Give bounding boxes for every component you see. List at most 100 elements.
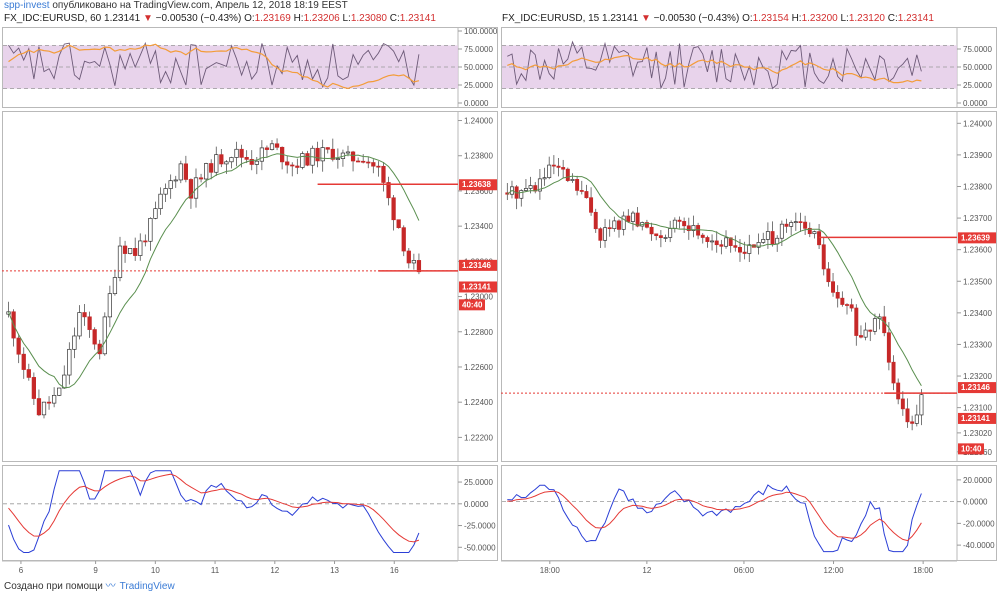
candle-36 [672, 219, 677, 229]
rsi-tick-label: 25.0000 [464, 81, 493, 90]
left-chart-panel[interactable]: 1.240001.238001.236001.234001.232001.230… [2, 27, 498, 579]
candle-72 [840, 297, 845, 305]
candle-56 [290, 164, 295, 167]
price-tick-label: 1.22800 [464, 328, 493, 337]
rsi-tick-label: 25.0000 [963, 81, 992, 90]
price-tick-label: 1.22600 [464, 363, 493, 372]
rsi-tick-label: 100.0000 [464, 27, 498, 36]
candle-2 [16, 337, 21, 355]
candle-71 [835, 291, 840, 299]
right-close: 1.23141 [897, 13, 934, 24]
left-open-label: O: [244, 13, 255, 24]
candle-39 [204, 163, 209, 180]
tradingview-link[interactable]: TradingView [120, 581, 175, 592]
candle-6 [36, 398, 42, 416]
right-chart-panel[interactable]: 1.24000 1.23900 1.23800 1.23700 1.23600 1.235… [501, 27, 997, 579]
footer-made-with: Создано при помощи [4, 581, 103, 592]
rsi-tick-label: 0.0000 [963, 99, 988, 108]
candle-49 [733, 245, 738, 248]
author-link[interactable]: spp-invest [4, 0, 50, 11]
candle-25 [621, 215, 626, 230]
left-change: −0.00530 (−0.43%) [155, 13, 242, 24]
left-close-label: C: [389, 13, 400, 24]
macd-tick-label: 20.0000 [963, 476, 992, 485]
left-chart-title: FX_IDC:EURUSD, 60 1.23141 ▼ −0.00530 (−0… [4, 13, 436, 25]
candle-44 [710, 240, 715, 243]
candle-79 [872, 318, 877, 332]
candle-34 [663, 237, 668, 239]
candle-47 [724, 237, 728, 247]
right-high: 1.23200 [801, 13, 838, 24]
tradingview-logo-icon[interactable]: 〰 [106, 581, 116, 592]
price-tick-label: 1.23700 [963, 214, 992, 223]
candle-74 [849, 304, 854, 309]
pane-frame-2 [2, 465, 498, 561]
candle-69 [826, 268, 831, 283]
candle-51 [742, 251, 747, 254]
candle-53 [274, 143, 280, 148]
candle-9 [52, 394, 57, 404]
candle-13 [565, 168, 570, 181]
candle-31 [649, 226, 654, 235]
candle-63 [325, 147, 330, 150]
candle-79 [406, 250, 411, 264]
price-tag-label: 1.23141 [961, 414, 990, 423]
candle-11 [556, 165, 561, 168]
right-high-label: H: [791, 13, 802, 24]
rsi-tick-label: 50.0000 [464, 63, 493, 72]
candle-10 [551, 164, 556, 167]
candle-28 [148, 218, 153, 242]
candle-16 [87, 316, 92, 330]
candle-17 [92, 329, 97, 345]
candle-8 [46, 401, 52, 404]
candle-21 [603, 227, 608, 241]
level-tag-label: 1.23638 [462, 180, 491, 189]
macd-tick-label: -50.0000 [464, 543, 496, 552]
price-tick-label: 1.23300 [963, 340, 992, 349]
candle-89 [919, 394, 924, 416]
down-arrow-icon: ▼ [142, 13, 153, 24]
macd-tick-label: -40.0000 [963, 541, 995, 550]
price-tick-label: 1.23020 [963, 429, 992, 438]
candle-10 [57, 387, 62, 396]
candle-73 [376, 165, 381, 168]
candle-70 [831, 281, 836, 293]
pane-frame-2 [501, 465, 997, 561]
candle-32 [168, 180, 173, 189]
left-open: 1.23169 [254, 13, 291, 24]
candle-63 [798, 221, 803, 224]
candle-27 [630, 212, 635, 222]
left-last: 1.23141 [104, 13, 141, 24]
candle-43 [224, 161, 229, 165]
candle-74 [381, 165, 386, 183]
candle-66 [812, 231, 817, 235]
right-symbol: FX_IDC:EURUSD, 15 [502, 13, 600, 24]
candle-42 [219, 154, 224, 165]
candle-45 [234, 148, 239, 158]
macd-tick-label: -20.0000 [963, 519, 995, 528]
price-tick-label: 1.24000 [464, 117, 493, 126]
candle-52 [269, 143, 275, 150]
candle-15 [575, 179, 580, 191]
candle-25 [133, 248, 138, 256]
price-tick-label: 1.23200 [963, 372, 992, 381]
price-tick-label: 1.23500 [963, 277, 992, 286]
time-tick-label: 10 [151, 566, 160, 575]
right-change: −0.00530 (−0.43%) [653, 13, 740, 24]
rsi-tick-label: 75.0000 [464, 45, 493, 54]
candle-38 [198, 177, 204, 180]
candle-64 [803, 221, 808, 229]
candle-28 [635, 212, 640, 227]
right-low-label: L: [840, 13, 849, 24]
candle-42 [700, 234, 705, 238]
candle-23 [122, 245, 128, 254]
time-tick-label: 06:00 [734, 566, 755, 575]
candle-65 [335, 158, 340, 160]
rsi-tick-label: 50.0000 [963, 63, 992, 72]
candle-13 [72, 335, 77, 350]
candle-55 [285, 161, 290, 166]
price-tick-label: 1.24000 [963, 119, 992, 128]
candle-80 [411, 260, 416, 264]
candle-30 [158, 193, 163, 210]
candle-17 [584, 191, 589, 199]
